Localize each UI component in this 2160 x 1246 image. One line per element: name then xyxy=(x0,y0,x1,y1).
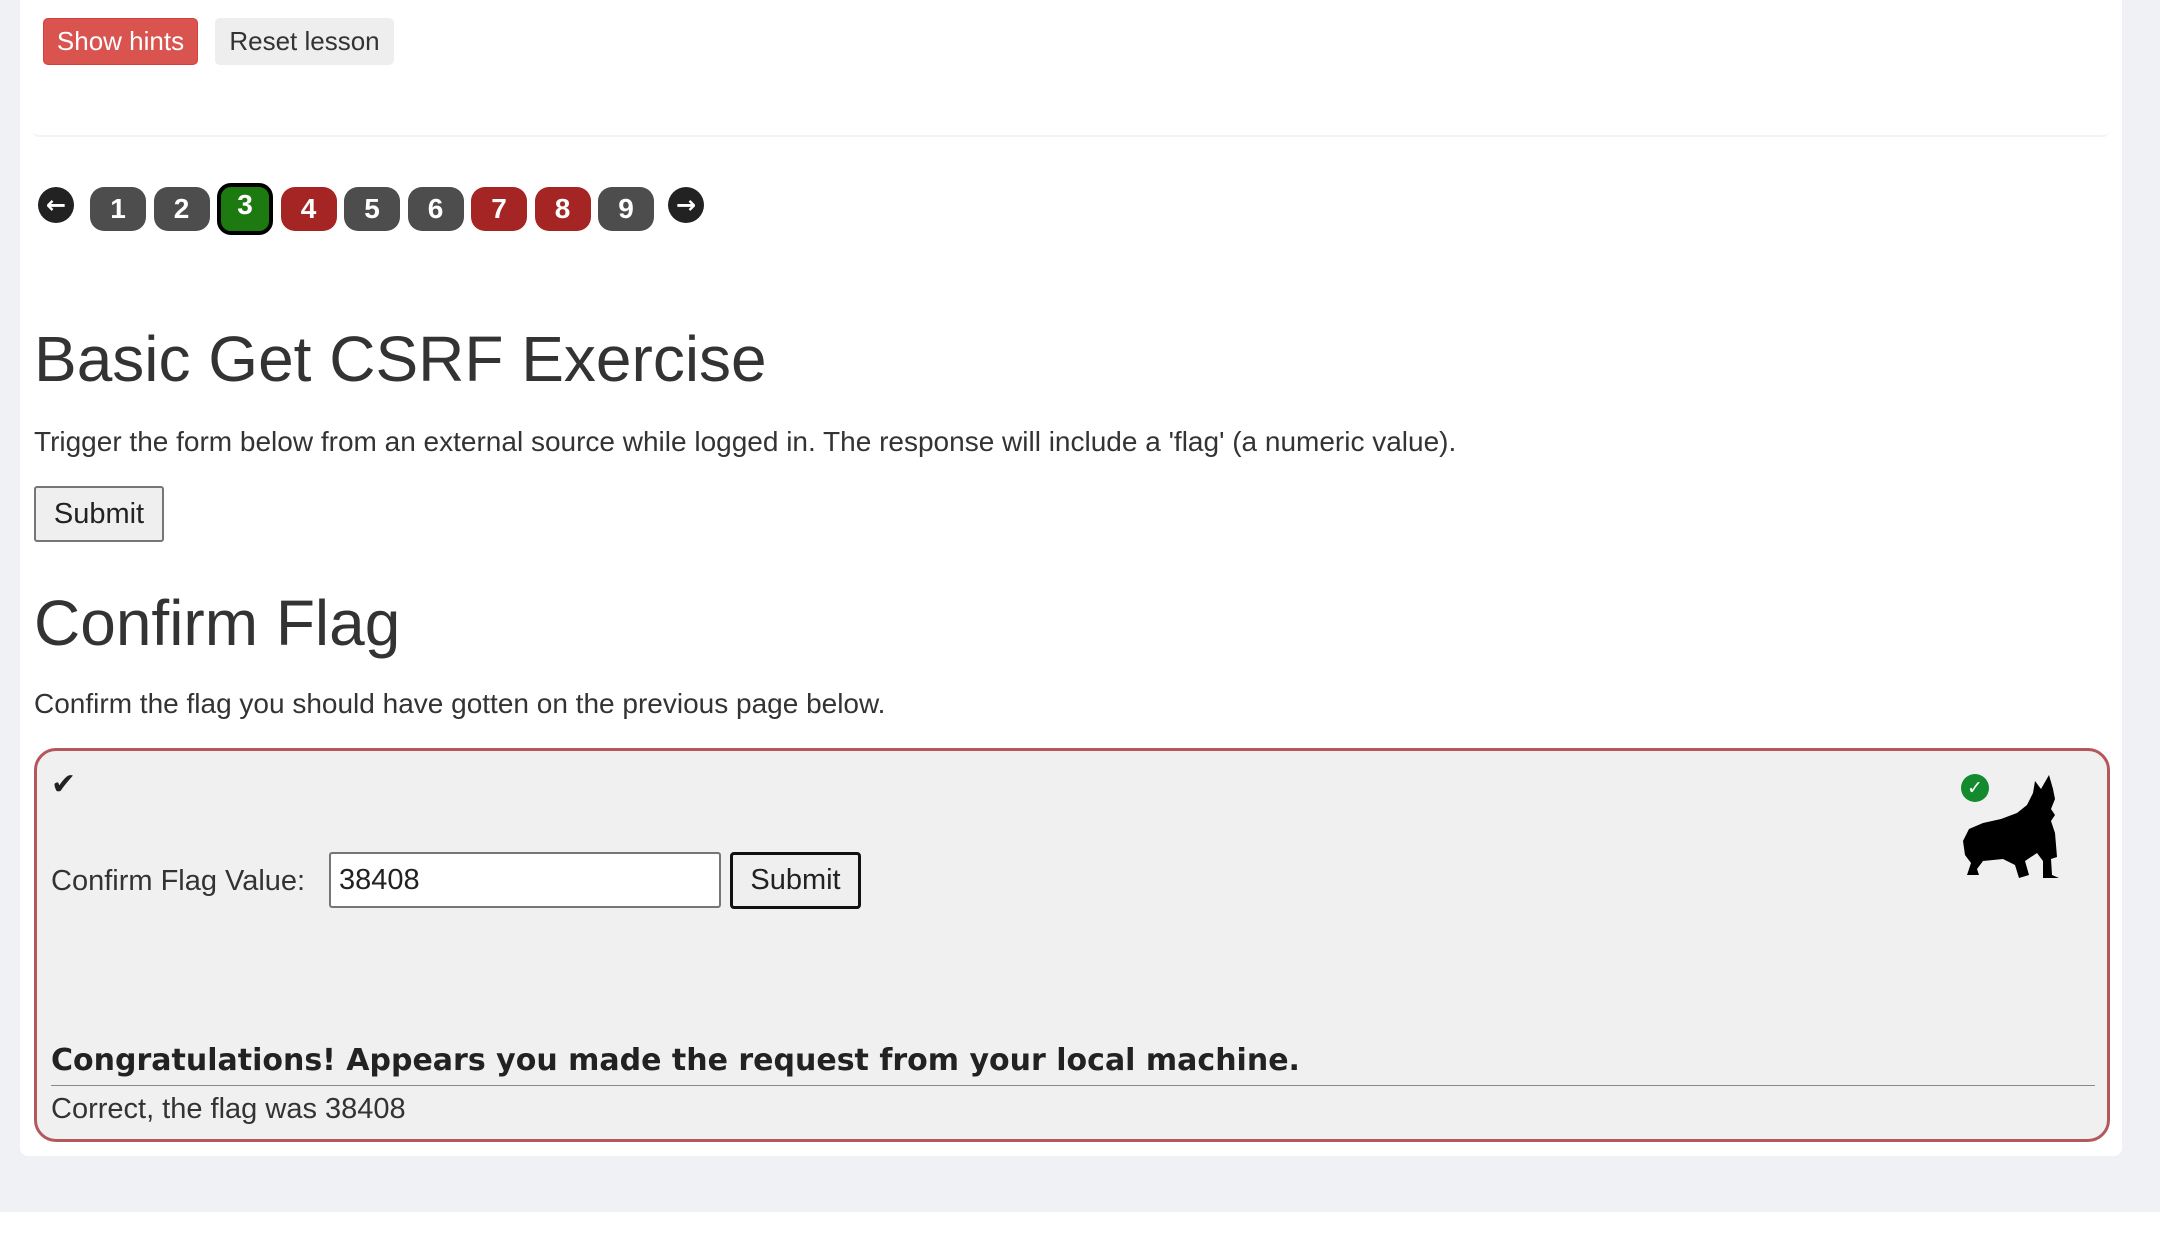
exercise-description: Trigger the form below from an external … xyxy=(34,426,1457,457)
reset-lesson-button[interactable]: Reset lesson xyxy=(215,18,394,65)
show-hints-button[interactable]: Show hints xyxy=(43,18,198,65)
lesson-pagination: ← 123456789 → xyxy=(38,183,718,239)
page-button-6[interactable]: 6 xyxy=(407,187,464,231)
confirm-flag-title: Confirm Flag xyxy=(34,587,401,659)
divider xyxy=(51,1085,2095,1086)
page-button-1[interactable]: 1 xyxy=(90,187,146,231)
feedback-message: Congratulations! Appears you made the re… xyxy=(51,1043,1300,1078)
page-button-5[interactable]: 5 xyxy=(344,187,400,231)
confirm-flag-input[interactable] xyxy=(329,852,721,908)
page-button-2[interactable]: 2 xyxy=(153,187,210,231)
exercise-title: Basic Get CSRF Exercise xyxy=(34,323,767,395)
confirm-flag-description: Confirm the flag you should have gotten … xyxy=(34,688,886,719)
attack-container: ✔ Confirm Flag Value: Submit ✓ Congratul… xyxy=(34,748,2110,1142)
page-button-7[interactable]: 7 xyxy=(471,187,527,231)
arrow-right-icon[interactable]: → xyxy=(668,187,704,223)
confirm-flag-submit-button[interactable]: Submit xyxy=(730,852,861,909)
page-button-9[interactable]: 9 xyxy=(598,187,654,231)
page-button-8[interactable]: 8 xyxy=(534,187,591,231)
output-message: Correct, the flag was 38408 xyxy=(51,1093,406,1125)
wolf-icon xyxy=(1963,775,2059,878)
page-button-4[interactable]: 4 xyxy=(280,187,337,231)
confirm-flag-label: Confirm Flag Value: xyxy=(51,865,306,897)
csrf-submit-button[interactable]: Submit xyxy=(34,486,164,542)
page-button-3[interactable]: 3 xyxy=(217,183,273,235)
check-icon: ✔ xyxy=(51,767,77,802)
arrow-left-icon[interactable]: ← xyxy=(38,187,74,223)
